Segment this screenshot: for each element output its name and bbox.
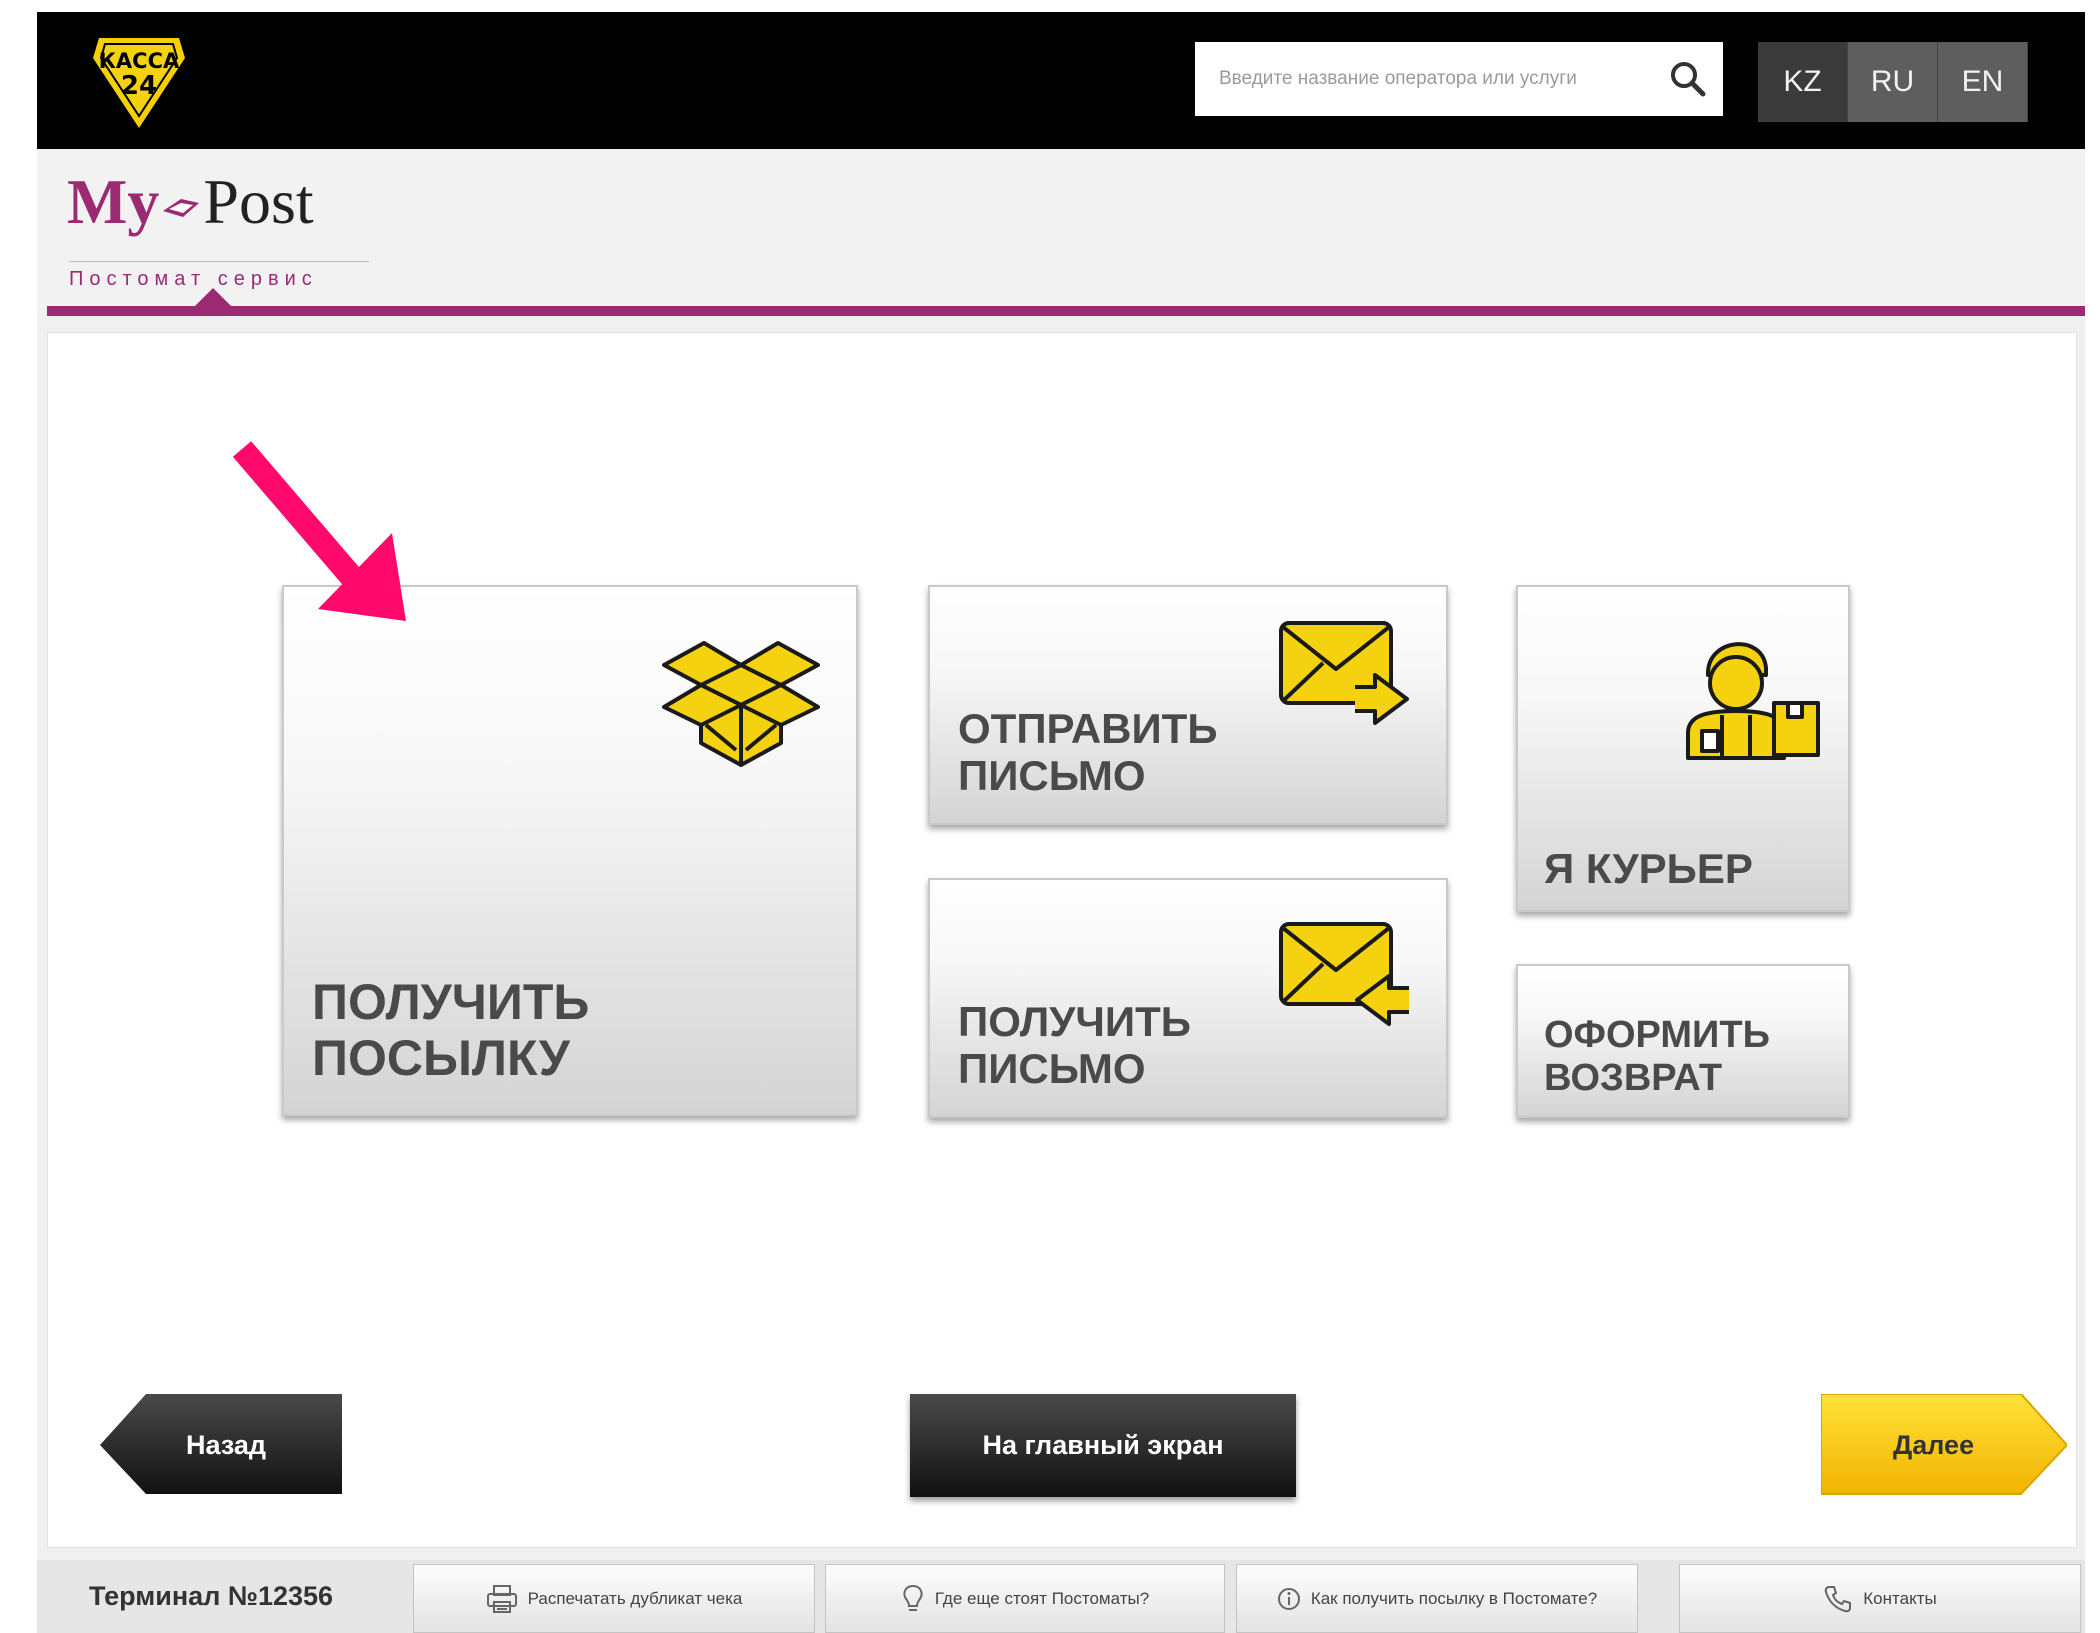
courier-label: Я КУРЬЕР xyxy=(1544,845,1753,892)
logo-text-1: КАССА xyxy=(99,49,180,73)
search-box xyxy=(1195,42,1723,116)
home-button[interactable]: На главный экран xyxy=(910,1394,1296,1497)
search-input[interactable] xyxy=(1195,42,1653,116)
terminal-number: Терминал №12356 xyxy=(89,1581,334,1611)
send-letter-icon xyxy=(1279,621,1409,725)
logo-post-text: Post xyxy=(203,166,314,237)
next-label: Далее xyxy=(1893,1430,1975,1460)
mypost-logo: My Post xyxy=(67,165,314,239)
logo-text-2: 24 xyxy=(121,71,157,101)
kassa24-logo[interactable]: КАССА 24 xyxy=(93,28,185,128)
send-letter-tile[interactable]: ОТПРАВИТЬ ПИСЬМО xyxy=(928,585,1448,825)
info-icon xyxy=(1277,1587,1301,1611)
where-postomats-button[interactable]: Где еще стоят Постоматы? xyxy=(825,1564,1225,1633)
box-icon xyxy=(662,641,820,767)
home-label: На главный экран xyxy=(982,1430,1224,1460)
printer-icon xyxy=(486,1584,518,1614)
print-receipt-label: Распечатать дубликат чека xyxy=(527,1588,743,1608)
get-letter-label: ПОЛУЧИТЬ ПИСЬМО xyxy=(958,998,1191,1093)
courier-icon xyxy=(1686,642,1820,760)
logo-my-text: My xyxy=(67,166,160,237)
footer-bar: Терминал №12356 Распечатать дубликат чек… xyxy=(37,1560,2085,1633)
contacts-button[interactable]: Контакты xyxy=(1679,1564,2081,1633)
back-button-label-wrap[interactable]: Назад xyxy=(100,1394,342,1497)
get-parcel-label: ПОЛУЧИТЬ ПОСЫЛКУ xyxy=(312,974,590,1086)
where-postomats-label: Где еще стоят Постоматы? xyxy=(934,1588,1150,1608)
lang-ru-button[interactable]: RU xyxy=(1848,42,1938,122)
how-to-get-label: Как получить посылку в Постомате? xyxy=(1310,1588,1598,1608)
app-window: КАССА 24 KZ RU EN My Post xyxy=(37,12,2085,1633)
envelope-arrow-icon xyxy=(163,199,200,217)
brand-bar: My Post Постомат сервис xyxy=(37,149,2085,309)
contacts-label: Контакты xyxy=(1863,1588,1937,1608)
language-switcher: KZ RU EN xyxy=(1758,42,2028,122)
courier-tile[interactable]: Я КУРЬЕР xyxy=(1516,585,1850,912)
how-to-get-button[interactable]: Как получить посылку в Постомате? xyxy=(1236,1564,1638,1633)
top-bar: КАССА 24 KZ RU EN xyxy=(37,12,2085,149)
phone-icon xyxy=(1823,1584,1853,1614)
print-receipt-button[interactable]: Распечатать дубликат чека xyxy=(413,1564,815,1633)
get-parcel-tile[interactable]: ПОЛУЧИТЬ ПОСЫЛКУ xyxy=(282,585,858,1116)
receive-letter-icon xyxy=(1279,922,1409,1026)
return-tile[interactable]: ОФОРМИТЬ ВОЗВРАТ xyxy=(1516,964,1850,1118)
brand-subtitle: Постомат сервис xyxy=(69,261,369,291)
back-label: Назад xyxy=(186,1430,267,1460)
lang-en-button[interactable]: EN xyxy=(1938,42,2028,122)
brand-divider xyxy=(47,306,2085,316)
main-panel: ПОЛУЧИТЬ ПОСЫЛКУ ОТПРАВИТЬ ПИСЬМО ПОЛУЧИ… xyxy=(47,332,2077,1548)
pink-arrow-annotation xyxy=(232,441,406,621)
next-button-label-wrap[interactable]: Далее xyxy=(1821,1394,2067,1497)
lightbulb-icon xyxy=(901,1584,925,1614)
get-letter-tile[interactable]: ПОЛУЧИТЬ ПИСЬМО xyxy=(928,878,1448,1118)
return-label: ОФОРМИТЬ ВОЗВРАТ xyxy=(1544,1014,1770,1099)
search-button[interactable] xyxy=(1653,42,1723,116)
brand-notch xyxy=(193,288,233,308)
lang-kz-button[interactable]: KZ xyxy=(1758,42,1848,122)
search-icon xyxy=(1671,62,1706,97)
send-letter-label: ОТПРАВИТЬ ПИСЬМО xyxy=(958,705,1218,800)
